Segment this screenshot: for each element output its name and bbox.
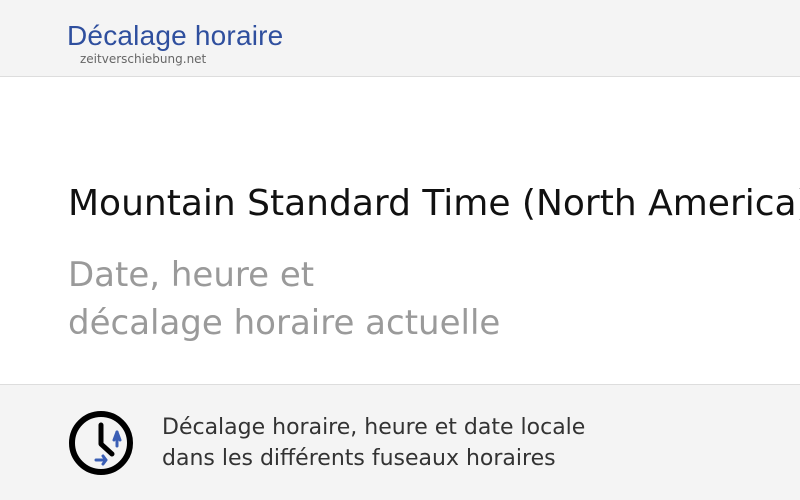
clock-icon: [69, 411, 133, 475]
footer-description: Décalage horaire, heure et date locale d…: [162, 412, 585, 474]
site-logo-title[interactable]: Décalage horaire: [67, 20, 283, 52]
footer-text-line-2: dans les différents fuseaux horaires: [162, 446, 556, 471]
footer-text-line-1: Décalage horaire, heure et date locale: [162, 415, 586, 440]
site-header: Décalage horaire zeitverschiebung.net: [0, 0, 800, 77]
hero-section: Mountain Standard Time (North America) D…: [0, 77, 800, 384]
site-footer: Décalage horaire, heure et date locale d…: [0, 384, 800, 500]
page-subtitle: Date, heure et décalage horaire actuelle: [68, 251, 500, 347]
subtitle-line-1: Date, heure et: [68, 255, 315, 295]
page-title: Mountain Standard Time (North America): [68, 183, 800, 224]
site-domain[interactable]: zeitverschiebung.net: [80, 52, 206, 66]
subtitle-line-2: décalage horaire actuelle: [68, 303, 501, 343]
